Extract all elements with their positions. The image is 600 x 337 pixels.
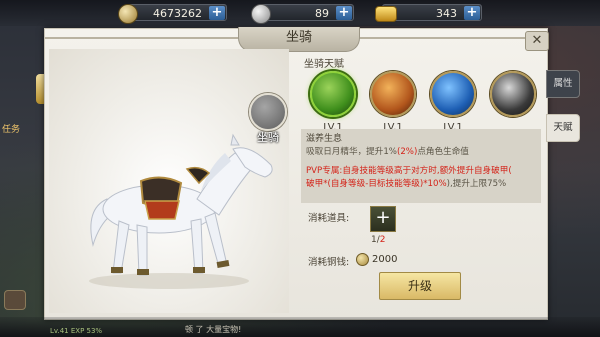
crossed-swords-talent-icon (370, 71, 416, 117)
gold-currency: 343 + (375, 4, 482, 22)
upgrade-button[interactable]: 升级 (379, 272, 461, 300)
tab-attributes[interactable]: 属性 (546, 70, 580, 98)
effect-text-tail: 点角色生命值 (417, 147, 469, 157)
mount-badge-icon[interactable] (249, 93, 287, 131)
copper-coin-icon (118, 4, 138, 24)
item-need: 2 (379, 235, 386, 245)
shield-talent-icon (430, 71, 476, 117)
currency-bar: 4673262 + 89 + 343 + (0, 0, 600, 26)
consume-item-slot[interactable]: + (370, 206, 396, 232)
tab-talent[interactable]: 天赋 (546, 114, 580, 142)
dragon-talent-icon (490, 71, 536, 117)
mount-panel: 坐骑 ✕ 坐骑 坐骑天赋 LV.1 LV.1 LV.1 滋养生息 吸取日月精华，… (44, 27, 549, 320)
chat-line[interactable]: 顿 了 大量宝物! (185, 324, 241, 335)
talent-section-title: 坐骑天赋 (304, 59, 344, 70)
bottom-hud: Lv.41 EXP 53% 顿 了 大量宝物! (0, 317, 600, 337)
talent-name: 滋养生息 (306, 134, 343, 144)
effect-bonus: (2%) (396, 147, 418, 157)
item-count: 1/2 (371, 235, 386, 245)
plus-icon: + (375, 207, 391, 228)
avatar[interactable] (4, 290, 26, 310)
add-copper-button[interactable]: + (209, 6, 225, 20)
copper-amount: 4673262 (153, 7, 202, 20)
silver-coin-icon (251, 4, 271, 24)
green-horse-talent-icon (310, 71, 356, 117)
copper-currency: 4673262 + (118, 4, 227, 24)
pvp-cap: ),提升上限75% (446, 179, 507, 189)
add-gold-button[interactable]: + (464, 6, 480, 20)
mount-badge-label: 坐骑 (257, 131, 279, 144)
copper-coin-icon (356, 253, 369, 266)
add-silver-button[interactable]: + (336, 6, 352, 20)
gold-ingot-icon (375, 6, 397, 22)
close-button[interactable]: ✕ (525, 31, 549, 51)
copper-cost: 2000 (372, 254, 398, 265)
talent-effect-line: 吸取日月精华，提升1%(2%)点角色生命值 (306, 146, 536, 159)
mount-viewer[interactable]: 坐骑 (49, 49, 289, 313)
consume-copper-label: 消耗铜钱: (308, 257, 350, 268)
effect-text: 吸取日月精华，提升1% (306, 147, 397, 157)
exp-text: Lv.41 EXP 53% (50, 327, 103, 335)
left-hud: 任务 (0, 26, 50, 337)
white-horse-model (89, 133, 273, 289)
silver-currency: 89 + (251, 4, 354, 24)
task-tab[interactable]: 任务 (2, 122, 20, 135)
pvp-formula-line: 破甲*(自身等级-目标技能等级)*10%),提升上限75% (306, 178, 536, 191)
consume-item-label: 消耗道具: (308, 213, 350, 224)
silver-amount: 89 (315, 7, 329, 20)
talent-description: 滋养生息 吸取日月精华，提升1%(2%)点角色生命值 PVP专属:自身技能等级高… (301, 129, 541, 203)
close-icon: ✕ (531, 33, 543, 48)
pvp-line: PVP专属:自身技能等级高于对方时,额外提升自身破甲( (306, 166, 512, 176)
gold-amount: 343 (436, 7, 457, 20)
pvp-formula: 破甲*(自身等级-目标技能等级)*10% (306, 179, 447, 189)
side-tabs: 属性 天赋 (546, 70, 582, 158)
